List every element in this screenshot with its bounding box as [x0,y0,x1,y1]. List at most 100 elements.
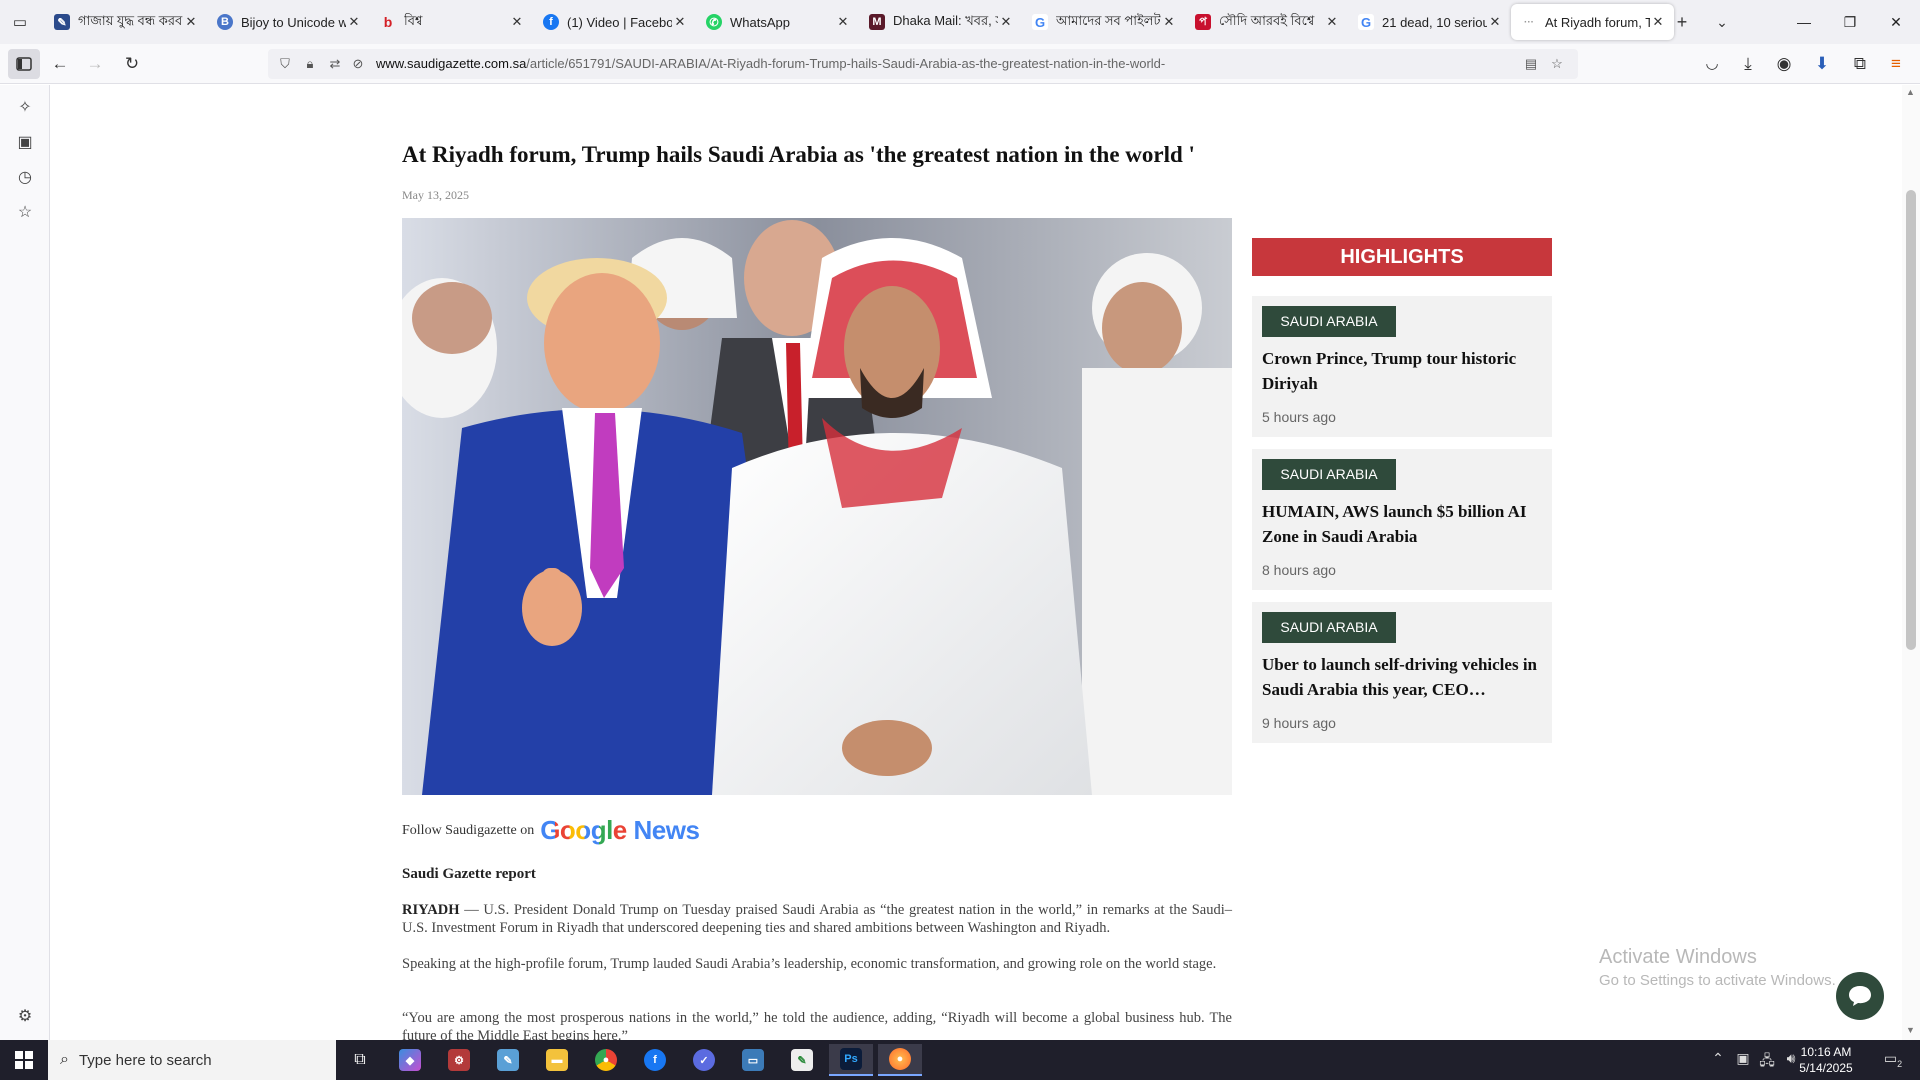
url-bar[interactable]: ⛉ 🔒︎ ⇄ ⊘ www.saudigazette.com.sa/article… [268,49,1578,79]
chrome-icon[interactable]: ● [584,1044,628,1076]
url-domain: www.saudigazette.com.sa [376,56,527,71]
tab-3[interactable]: f (1) Video | Faceboo ✕ [533,4,696,40]
page-scrollbar[interactable]: ▲ ▼ [1902,85,1920,1040]
close-tab-icon[interactable]: ✕ [998,14,1014,30]
menu-icon[interactable]: ≡ [1884,52,1908,76]
close-tab-icon[interactable]: ✕ [835,14,851,30]
back-arrow-icon[interactable]: ← [48,52,72,76]
google-icon: G [1358,14,1374,30]
highlight-title[interactable]: HUMAIN, AWS launch $5 billion AI Zone in… [1262,499,1547,549]
tab-7[interactable]: প সৌদি আরবই বিশ্বে ✕ [1185,4,1348,40]
windows-logo-icon [15,1051,33,1069]
synced-tabs-icon[interactable]: ▣ [13,131,37,155]
tray-app-icon[interactable]: ▣ [1733,1050,1753,1067]
close-tab-icon[interactable]: ✕ [672,14,688,30]
close-window-icon[interactable]: ✕ [1876,8,1916,36]
tab-title: সৌদি আরবই বিশ্বে [1219,12,1315,28]
shield-icon[interactable]: ⛉ [276,55,294,73]
notepad-icon[interactable]: ✎ [486,1044,530,1076]
facebook-icon[interactable]: f [633,1044,677,1076]
photoshop-icon[interactable]: Ps [829,1044,873,1076]
scroll-up-icon[interactable]: ▲ [1906,87,1915,97]
taskbar-clock[interactable]: 10:16 AM 5/14/2025 [1786,1044,1866,1076]
download-manager-icon[interactable]: ⬇ [1810,52,1834,76]
app-icon[interactable]: ▭ [731,1044,775,1076]
dateline: RIYADH [402,902,460,918]
search-icon: ⌕ [60,1051,69,1068]
chat-button[interactable] [1836,972,1884,1020]
tab-2[interactable]: b বিশ্ব ✕ [370,4,533,40]
close-tab-icon[interactable]: ✕ [183,14,199,30]
bookmark-star-icon[interactable]: ☆ [1548,55,1566,73]
download-icon[interactable]: ⤓ [1736,52,1760,76]
close-tab-icon[interactable]: ✕ [1161,14,1177,30]
restore-icon[interactable]: ❐ [1830,8,1870,36]
category-tag[interactable]: SAUDI ARABIA [1262,612,1396,643]
article-date: May 13, 2025 [402,188,469,202]
forward-arrow-icon[interactable]: → [83,52,107,76]
sidebar-toggle-button[interactable] [8,49,40,79]
reload-icon[interactable]: ↻ [120,52,144,76]
report-byline: Saudi Gazette report [402,866,536,882]
tracking-blocked-icon[interactable]: ⊘ [349,55,367,73]
taskbar-search[interactable]: ⌕ Type here to search [48,1040,336,1080]
firefox-icon[interactable]: ● [878,1044,922,1076]
copilot-icon[interactable]: ◆ [388,1044,432,1076]
highlight-card[interactable]: SAUDI ARABIA Crown Prince, Trump tour hi… [1252,296,1552,437]
highlight-card[interactable]: SAUDI ARABIA HUMAIN, AWS launch $5 billi… [1252,449,1552,590]
account-icon[interactable]: ◉ [1772,52,1796,76]
highlight-title[interactable]: Crown Prince, Trump tour historic Diriya… [1262,346,1547,396]
close-tab-icon[interactable]: ✕ [1487,14,1503,30]
tab-title: (1) Video | Faceboo [567,14,672,30]
google-news-logo[interactable]: Google News [540,815,700,846]
clock-time: 10:16 AM [1800,1045,1852,1059]
new-tab-icon[interactable]: + [1670,10,1694,34]
permissions-icon[interactable]: ⇄ [326,55,344,73]
tab-title: 21 dead, 10 serious [1382,14,1487,30]
category-tag[interactable]: SAUDI ARABIA [1262,459,1396,490]
tab-9-active[interactable]: ··· At Riyadh forum, Tr ✕ [1511,4,1674,40]
editor-icon[interactable]: ✎ [780,1044,824,1076]
extensions-icon[interactable]: ⧉ [1848,52,1872,76]
network-icon[interactable]: 🖧︎ [1757,1050,1777,1074]
b-logo-icon: b [383,14,393,30]
tab-1[interactable]: B Bijoy to Unicode wi ✕ [207,4,370,40]
reader-view-icon[interactable]: ▤ [1522,55,1540,73]
tab-8[interactable]: G 21 dead, 10 serious ✕ [1348,4,1511,40]
tab-6[interactable]: G আমাদের সব পাইলট ✕ [1022,4,1185,40]
close-tab-icon[interactable]: ✕ [1650,14,1666,30]
tab-4[interactable]: ✆ WhatsApp ✕ [696,4,859,40]
tab-5[interactable]: M Dhaka Mail: খবর, স ✕ [859,4,1022,40]
close-tab-icon[interactable]: ✕ [1324,14,1340,30]
pocket-icon[interactable]: ◡ [1700,52,1724,76]
tab-list-icon[interactable]: ▭ [8,10,32,34]
lock-icon[interactable]: 🔒︎ [301,55,319,73]
follow-google-news[interactable]: Follow Saudigazette on Google News [402,815,700,846]
app-icon[interactable]: ⚙ [437,1044,481,1076]
scroll-thumb[interactable] [1906,190,1916,650]
tray-chevron-icon[interactable]: ⌃ [1708,1050,1728,1067]
settings-gear-icon[interactable]: ⚙ [13,1005,37,1029]
file-explorer-icon[interactable]: ▬ [535,1044,579,1076]
category-tag[interactable]: SAUDI ARABIA [1262,306,1396,337]
activate-windows-title: Activate Windows [1599,946,1757,968]
tab-overflow-chevron-icon[interactable]: ⌄ [1710,10,1734,34]
task-view-icon[interactable]: ⧉ [338,1044,382,1076]
highlight-card[interactable]: SAUDI ARABIA Uber to launch self-driving… [1252,602,1552,743]
ai-chat-icon[interactable]: ✧ [13,96,37,120]
highlight-time: 5 hours ago [1262,409,1336,425]
search-placeholder: Type here to search [78,1051,212,1069]
close-tab-icon[interactable]: ✕ [509,14,525,30]
highlight-title[interactable]: Uber to launch self-driving vehicles in … [1262,652,1547,702]
start-button[interactable] [0,1040,48,1080]
article-paragraph-1: RIYADH — U.S. President Donald Trump on … [402,901,1232,937]
tab-0[interactable]: ✎ গাজায় যুদ্ধ বন্ধ করব ✕ [44,4,207,40]
close-tab-icon[interactable]: ✕ [346,14,362,30]
minimize-icon[interactable]: — [1784,8,1824,36]
history-icon[interactable]: ◷ [13,166,37,190]
url-text[interactable]: www.saudigazette.com.sa/article/651791/S… [376,56,1165,71]
checkmark-app-icon[interactable]: ✓ [682,1044,726,1076]
bookmarks-star-icon[interactable]: ☆ [13,201,37,225]
scroll-down-icon[interactable]: ▼ [1906,1025,1915,1035]
notification-center-icon[interactable]: ▭2 [1878,1050,1908,1069]
